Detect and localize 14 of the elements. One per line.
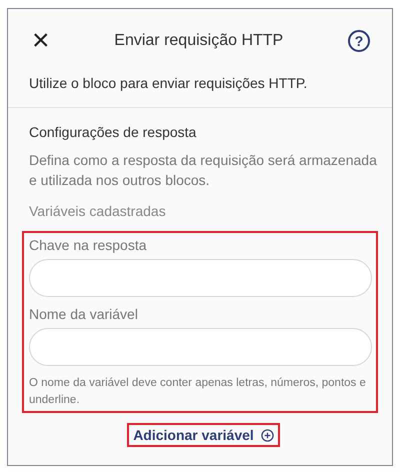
input-field[interactable] [29,328,372,366]
add-variable-button[interactable]: Adicionar variável [127,423,280,447]
intro-text: Utilize o bloco para enviar requisições HTTP. [29,75,308,91]
field-label: Nome da variável [29,306,139,322]
hint-text: O nome da variável deve conter apenas letras, números, pontos e underline. [29,376,367,408]
close-button[interactable]: × [32,29,50,53]
input-field[interactable] [29,259,372,297]
section-description: Defina como a resposta da requisição será armazenada e utilizada nos outros blocos. [29,151,378,190]
help-button[interactable]: ? [348,30,370,52]
section-title: Configurações de resposta [29,124,198,140]
field-label: Chave na resposta [29,237,148,253]
section-subtitle: Variáveis cadastradas [29,203,167,219]
plus-circle-icon [260,428,274,442]
panel-title: Enviar requisição HTTP [114,32,284,50]
